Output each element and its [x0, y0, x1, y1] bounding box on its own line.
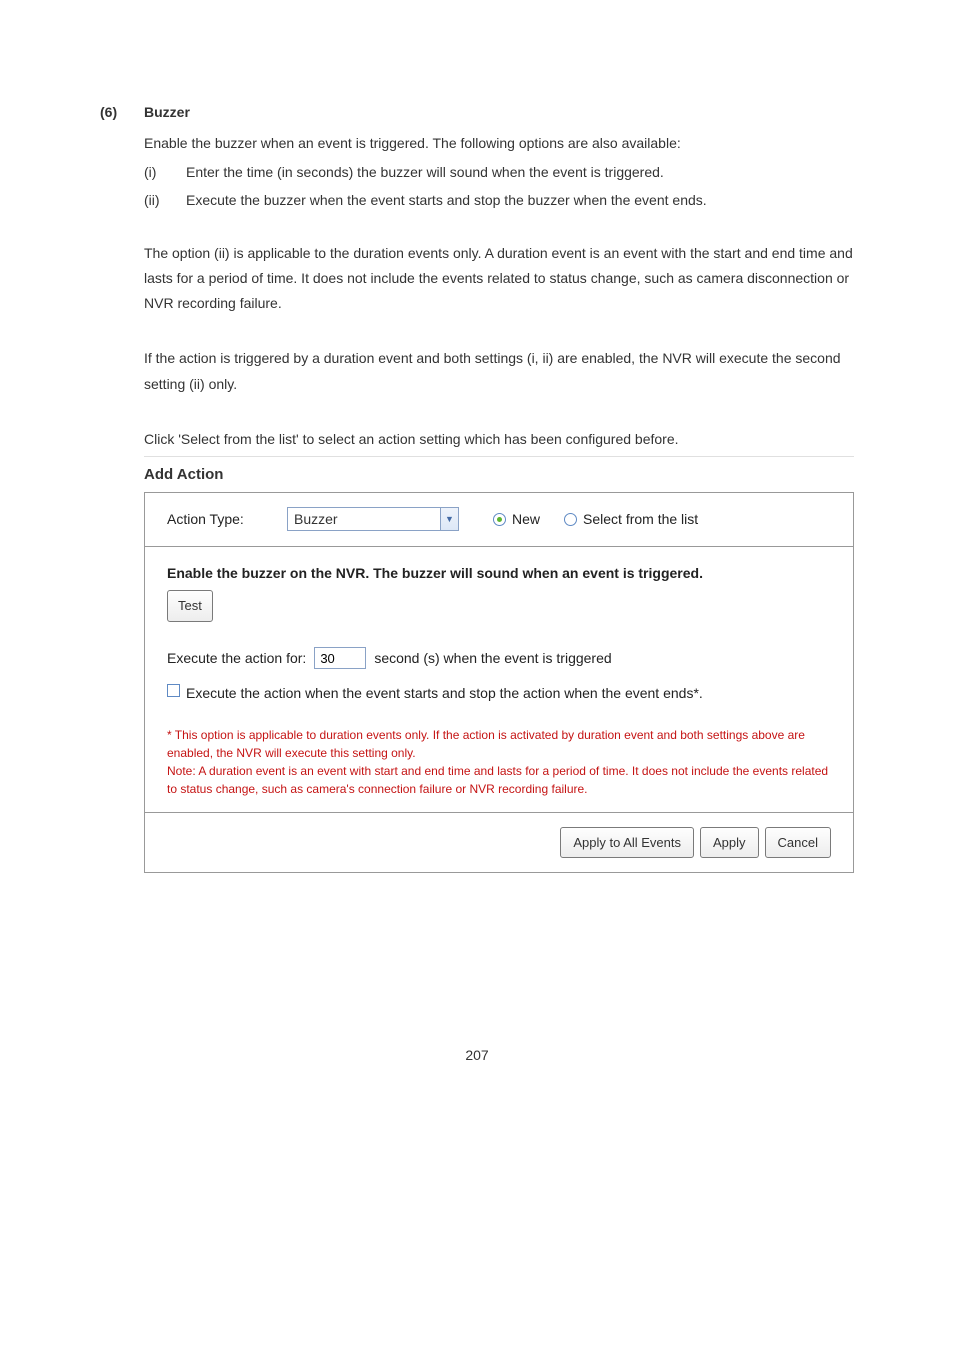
list-item: (ii) Execute the buzzer when the event s… — [144, 188, 854, 213]
list-item: (i) Enter the time (in seconds) the buzz… — [144, 160, 854, 185]
paragraph: Click 'Select from the list' to select a… — [144, 427, 854, 452]
duration-prefix: Execute the action for: — [167, 646, 306, 671]
checkbox-icon[interactable] — [167, 684, 180, 697]
section-title: Buzzer — [144, 100, 190, 125]
list-marker: (ii) — [144, 188, 186, 213]
duration-row: Execute the action for: second (s) when … — [167, 646, 831, 671]
dialog-body: Enable the buzzer on the NVR. The buzzer… — [145, 547, 853, 813]
paragraph: The option (ii) is applicable to the dur… — [144, 241, 854, 317]
paragraph: If the action is triggered by a duration… — [144, 346, 854, 396]
execute-checkbox-row[interactable]: Execute the action when the event starts… — [167, 681, 831, 706]
cancel-button[interactable]: Cancel — [765, 827, 831, 858]
enable-description: Enable the buzzer on the NVR. The buzzer… — [167, 561, 831, 586]
section-number: (6) — [100, 100, 144, 125]
apply-all-events-button[interactable]: Apply to All Events — [560, 827, 694, 858]
list-marker: (i) — [144, 160, 186, 185]
note-block: * This option is applicable to duration … — [167, 726, 831, 798]
chevron-down-icon[interactable]: ▼ — [440, 508, 458, 530]
note-text: Note: A duration event is an event with … — [167, 762, 831, 798]
duration-input[interactable] — [314, 647, 366, 669]
radio-group: New Select from the list — [493, 507, 698, 532]
duration-suffix: second (s) when the event is triggered — [374, 646, 611, 671]
list-text: Execute the buzzer when the event starts… — [186, 188, 707, 213]
dialog-title: Add Action — [144, 461, 854, 488]
apply-button[interactable]: Apply — [700, 827, 759, 858]
intro-text: Enable the buzzer when an event is trigg… — [144, 131, 854, 156]
checkbox-label: Execute the action when the event starts… — [186, 681, 703, 706]
action-type-select[interactable]: Buzzer ▼ — [287, 507, 459, 531]
page-number: 207 — [100, 1043, 854, 1068]
section-header: (6) Buzzer — [100, 100, 854, 125]
radio-new[interactable]: New — [493, 507, 540, 532]
test-button[interactable]: Test — [167, 590, 213, 621]
list-text: Enter the time (in seconds) the buzzer w… — [186, 160, 664, 185]
radio-label: Select from the list — [583, 507, 698, 532]
radio-label: New — [512, 507, 540, 532]
action-type-row: Action Type: Buzzer ▼ New Select from th… — [145, 493, 853, 547]
radio-icon — [564, 513, 577, 526]
screenshot-panel: Add Action Action Type: Buzzer ▼ New Sel… — [144, 456, 854, 874]
note-text: * This option is applicable to duration … — [167, 726, 831, 762]
radio-icon — [493, 513, 506, 526]
radio-select-from-list[interactable]: Select from the list — [564, 507, 698, 532]
select-value: Buzzer — [288, 507, 440, 532]
dialog-footer: Apply to All Events Apply Cancel — [145, 813, 853, 872]
action-type-label: Action Type: — [167, 507, 277, 532]
dialog: Action Type: Buzzer ▼ New Select from th… — [144, 492, 854, 874]
